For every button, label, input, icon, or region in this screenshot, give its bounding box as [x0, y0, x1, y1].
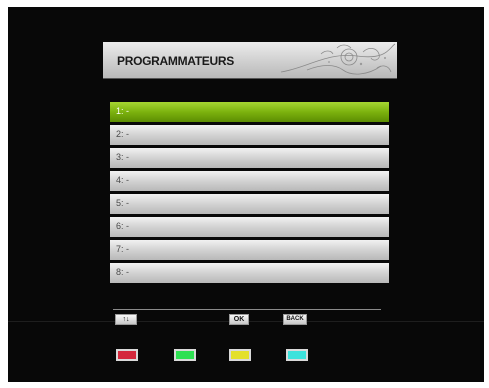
back-key[interactable]: BACK [283, 314, 307, 325]
page-title: PROGRAMMATEURS [117, 54, 234, 68]
list-item-label: 2: - [116, 129, 130, 139]
list-item-label: 7: - [116, 244, 130, 254]
list-item-label: 6: - [116, 221, 130, 231]
up-down-arrows-key[interactable]: ↑↓ [115, 314, 137, 325]
yellow-key[interactable] [229, 349, 251, 361]
list-item-label: 1: - [116, 106, 130, 116]
screen: PROGRAMMATEURS 1: - 2: - 3: - 4: - 5: - 6: - 7… [0, 0, 489, 388]
list-item-label: 4: - [116, 175, 130, 185]
list-item[interactable]: 1: - [110, 102, 389, 122]
header-banner: PROGRAMMATEURS [103, 42, 397, 78]
list-item-label: 8: - [116, 267, 130, 277]
list-item[interactable]: 2: - [110, 125, 389, 145]
footer-divider [113, 309, 381, 310]
floral-ornament-icon [280, 43, 396, 75]
list-item[interactable]: 3: - [110, 148, 389, 168]
cyan-key[interactable] [286, 349, 308, 361]
ok-key[interactable]: OK [229, 314, 249, 325]
list-item[interactable]: 5: - [110, 194, 389, 214]
red-key[interactable] [116, 349, 138, 361]
list-item-label: 5: - [116, 198, 130, 208]
list-item[interactable]: 4: - [110, 171, 389, 191]
list-item[interactable]: 7: - [110, 240, 389, 260]
list-item[interactable]: 8: - [110, 263, 389, 283]
green-key[interactable] [174, 349, 196, 361]
list-item-label: 3: - [116, 152, 130, 162]
timer-list: 1: - 2: - 3: - 4: - 5: - 6: - 7: - 8: - [110, 102, 389, 286]
list-item[interactable]: 6: - [110, 217, 389, 237]
